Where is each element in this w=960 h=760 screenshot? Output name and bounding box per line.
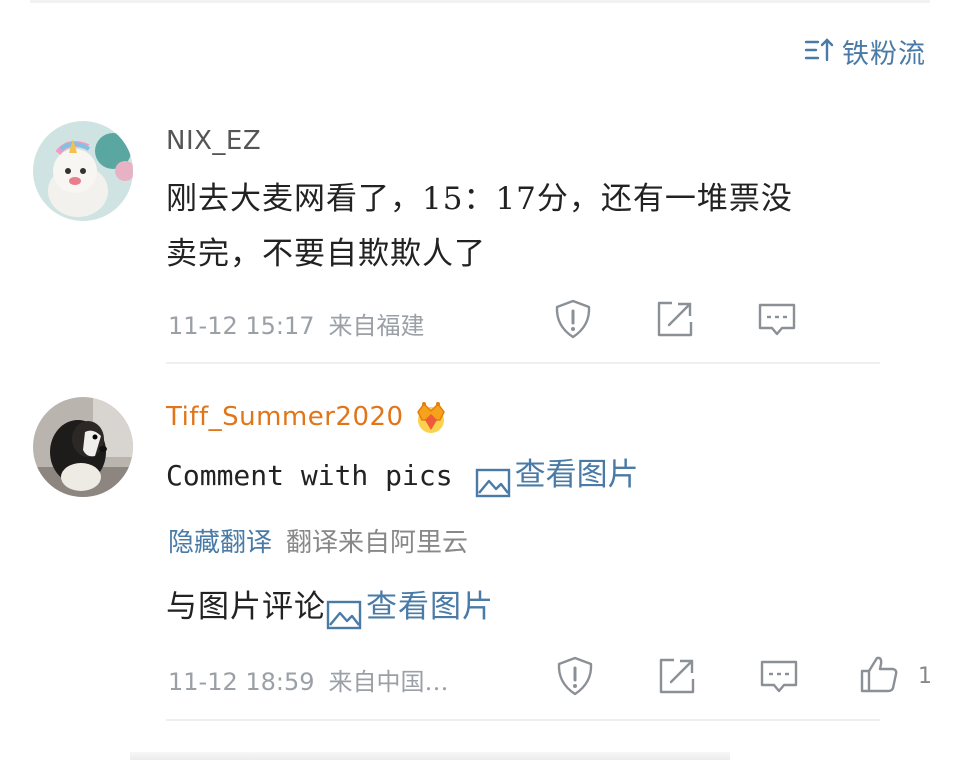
comment-source: 来自中国… bbox=[328, 668, 449, 696]
report-button[interactable] bbox=[554, 655, 596, 697]
view-picture-link[interactable]: 查看图片 bbox=[326, 580, 494, 635]
hide-translation-link[interactable]: 隐藏翻译 bbox=[168, 522, 272, 559]
thumbs-up-icon bbox=[860, 656, 898, 693]
comment-username[interactable]: Tiff_Summer2020 bbox=[166, 398, 450, 436]
sort-label: 铁粉流 bbox=[842, 39, 926, 70]
translation-row: 隐藏翻译 翻译来自阿里云 bbox=[168, 522, 468, 559]
avatar[interactable] bbox=[33, 121, 133, 221]
comment-divider bbox=[166, 362, 880, 364]
comment-timestamp: 11-12 15:17 bbox=[168, 312, 315, 340]
sort-icon bbox=[804, 36, 836, 68]
share-icon bbox=[657, 301, 693, 337]
comment-text: 刚去大麦网看了，15：17分，还有一堆票没 卖完，不要自欺欺人了 bbox=[166, 172, 926, 282]
comment-icon bbox=[760, 660, 798, 693]
share-icon bbox=[659, 658, 695, 694]
comment-meta: 11-12 15:17 来自福建 bbox=[168, 306, 425, 341]
image-icon bbox=[475, 461, 511, 497]
view-picture-label: 查看图片 bbox=[366, 589, 494, 625]
reply-button[interactable] bbox=[756, 298, 798, 340]
top-divider bbox=[30, 0, 930, 3]
avatar[interactable] bbox=[33, 397, 133, 497]
like-count: 1 bbox=[918, 664, 932, 689]
view-picture-label: 查看图片 bbox=[514, 457, 639, 493]
comment-text-line: 卖完，不要自欺欺人了 bbox=[166, 236, 486, 272]
crown-icon bbox=[412, 398, 450, 436]
comment-meta: 11-12 18:59 来自中国… bbox=[168, 662, 449, 697]
translated-text: 与图片评论 查看图片 bbox=[166, 580, 494, 635]
reply-button[interactable] bbox=[758, 655, 800, 697]
share-button[interactable] bbox=[656, 655, 698, 697]
report-button[interactable] bbox=[552, 298, 594, 340]
comment-timestamp: 11-12 18:59 bbox=[168, 668, 315, 696]
comment-text-original: Comment with pics bbox=[166, 459, 453, 492]
sort-toggle-button[interactable]: 铁粉流 bbox=[804, 32, 926, 71]
translation-source: 翻译来自阿里云 bbox=[286, 528, 469, 558]
comment-divider bbox=[166, 719, 880, 721]
bottom-edge bbox=[130, 752, 730, 760]
share-button[interactable] bbox=[654, 298, 696, 340]
view-picture-link[interactable]: 查看图片 bbox=[475, 448, 639, 503]
comment-text-line: 刚去大麦网看了，15：17分，还有一堆票没 bbox=[166, 181, 793, 217]
comment-username[interactable]: NIX_EZ bbox=[166, 126, 261, 156]
comment-source: 来自福建 bbox=[328, 312, 425, 340]
image-icon bbox=[326, 593, 362, 629]
comment-text: Comment with pics 查看图片 bbox=[166, 448, 639, 503]
report-icon bbox=[555, 299, 591, 339]
translated-text-content: 与图片评论 bbox=[166, 589, 326, 625]
comment-icon bbox=[758, 303, 796, 336]
report-icon bbox=[557, 656, 593, 696]
like-button[interactable] bbox=[858, 653, 900, 695]
username-text: Tiff_Summer2020 bbox=[166, 402, 404, 432]
